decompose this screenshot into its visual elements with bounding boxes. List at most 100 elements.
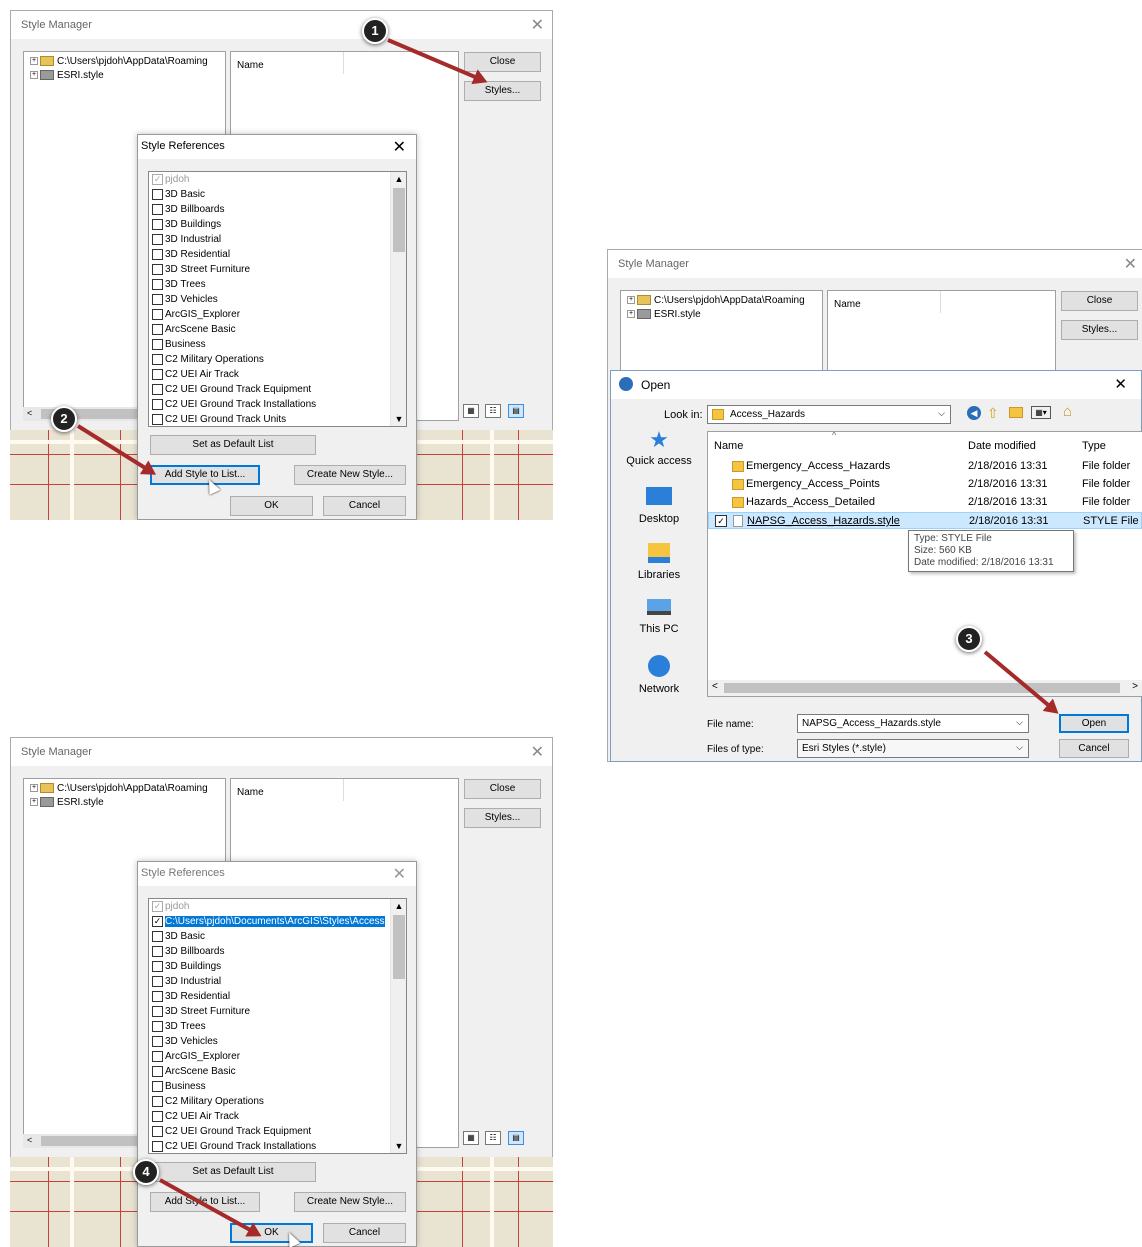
checkbox[interactable] bbox=[152, 1051, 163, 1062]
scroll-up-icon[interactable]: ▲ bbox=[391, 901, 407, 911]
style-reference-item[interactable]: 3D Residential bbox=[149, 989, 406, 1004]
column-name[interactable]: Name bbox=[714, 438, 743, 455]
place-network[interactable]: Network bbox=[621, 655, 697, 695]
close-icon[interactable]: ✕ bbox=[393, 864, 406, 884]
close-icon[interactable]: ✕ bbox=[393, 137, 406, 157]
chevron-down-icon[interactable]: ⌵ bbox=[1016, 717, 1023, 728]
style-reference-item[interactable]: 3D Vehicles bbox=[149, 1034, 406, 1049]
expand-icon[interactable]: + bbox=[30, 57, 38, 66]
file-type-select[interactable]: Esri Styles (*.style) ⌵ bbox=[797, 739, 1029, 758]
expand-icon[interactable]: + bbox=[30, 71, 38, 80]
styles-button[interactable]: Styles... bbox=[1061, 320, 1138, 340]
style-reference-item[interactable]: 3D Industrial bbox=[149, 974, 406, 989]
ok-button[interactable]: OK bbox=[230, 496, 313, 516]
row-checkbox[interactable]: ✓ bbox=[715, 515, 727, 527]
checkbox[interactable] bbox=[152, 991, 163, 1002]
style-reference-item[interactable]: ArcGIS_Explorer bbox=[149, 307, 406, 322]
style-reference-item[interactable]: 3D Trees bbox=[149, 277, 406, 292]
checkbox[interactable] bbox=[152, 324, 163, 335]
details-view-icon[interactable]: ▤ bbox=[508, 1131, 524, 1145]
open-button[interactable]: Open bbox=[1059, 714, 1129, 733]
back-icon[interactable]: ◀ bbox=[967, 406, 981, 420]
scroll-right-icon[interactable]: > bbox=[1132, 681, 1138, 692]
checkbox[interactable] bbox=[152, 931, 163, 942]
scroll-thumb[interactable] bbox=[393, 188, 405, 252]
checkbox[interactable] bbox=[152, 264, 163, 275]
style-reference-item[interactable]: ✓ pjdoh bbox=[149, 899, 406, 914]
style-reference-item[interactable]: 3D Street Furniture bbox=[149, 262, 406, 277]
scroll-thumb[interactable] bbox=[724, 683, 1120, 693]
checkbox[interactable] bbox=[152, 1111, 163, 1122]
view-menu-icon[interactable]: ▦▾ bbox=[1031, 406, 1051, 419]
checkbox[interactable] bbox=[152, 279, 163, 290]
checkbox[interactable] bbox=[152, 354, 163, 365]
large-icons-view-icon[interactable]: ▦ bbox=[463, 1131, 479, 1145]
new-folder-icon[interactable] bbox=[1009, 407, 1023, 418]
checkbox[interactable] bbox=[152, 1006, 163, 1017]
scroll-left-icon[interactable]: < bbox=[712, 681, 718, 692]
name-column-header[interactable]: Name bbox=[828, 291, 941, 313]
style-reference-item[interactable]: 3D Basic bbox=[149, 929, 406, 944]
style-reference-item[interactable]: C2 UEI Ground Track Installations bbox=[149, 1139, 406, 1154]
styles-button[interactable]: Styles... bbox=[464, 808, 541, 828]
style-reference-item[interactable]: ArcScene Basic bbox=[149, 322, 406, 337]
set-default-list-button[interactable]: Set as Default List bbox=[150, 1162, 316, 1182]
tree-item-roaming[interactable]: + C:\Users\pjdoh\AppData\Roaming bbox=[621, 294, 822, 308]
chevron-down-icon[interactable]: ⌵ bbox=[1016, 742, 1023, 753]
checkbox[interactable] bbox=[152, 976, 163, 987]
expand-icon[interactable]: + bbox=[30, 784, 38, 793]
style-reference-item[interactable]: 3D Residential bbox=[149, 247, 406, 262]
style-reference-item[interactable]: C2 UEI Air Track bbox=[149, 367, 406, 382]
close-icon[interactable]: ✕ bbox=[531, 15, 544, 35]
file-row[interactable]: Hazards_Access_Detailed 2/18/2016 13:31 … bbox=[708, 494, 1142, 511]
expand-icon[interactable]: + bbox=[627, 310, 635, 319]
checkbox[interactable] bbox=[152, 1126, 163, 1137]
style-reference-item[interactable]: 3D Billboards bbox=[149, 944, 406, 959]
close-button[interactable]: Close bbox=[464, 52, 541, 72]
name-column-header[interactable]: Name bbox=[231, 779, 344, 801]
style-reference-item[interactable]: C2 UEI Air Track bbox=[149, 1109, 406, 1124]
chevron-down-icon[interactable]: ⌵ bbox=[938, 408, 945, 419]
style-reference-item[interactable]: C2 UEI Ground Track Installations bbox=[149, 397, 406, 412]
file-row[interactable]: Emergency_Access_Hazards 2/18/2016 13:31… bbox=[708, 458, 1142, 475]
checkbox[interactable] bbox=[152, 1066, 163, 1077]
style-reference-item[interactable]: ArcGIS_Explorer bbox=[149, 1049, 406, 1064]
checked-checkbox[interactable]: ✓ bbox=[152, 916, 163, 927]
checkbox[interactable] bbox=[152, 961, 163, 972]
home-icon[interactable]: ⌂ bbox=[1063, 403, 1072, 420]
style-reference-item[interactable]: 3D Street Furniture bbox=[149, 1004, 406, 1019]
scroll-down-icon[interactable]: ▼ bbox=[391, 414, 407, 424]
style-reference-item[interactable]: 3D Industrial bbox=[149, 232, 406, 247]
style-reference-item[interactable]: 3D Buildings bbox=[149, 959, 406, 974]
checkbox[interactable] bbox=[152, 946, 163, 957]
close-icon[interactable]: ✕ bbox=[531, 742, 544, 762]
place-quick-access[interactable]: ★ Quick access bbox=[621, 429, 697, 468]
file-list[interactable]: ^ Name Date modified Type Emergency_Acce… bbox=[707, 431, 1142, 697]
file-name-field[interactable]: NAPSG_Access_Hazards.style ⌵ bbox=[797, 714, 1029, 733]
column-date-modified[interactable]: Date modified bbox=[968, 438, 1036, 455]
close-icon[interactable]: ✕ bbox=[1124, 254, 1137, 274]
vertical-scrollbar[interactable]: ▲ ▼ bbox=[390, 172, 406, 426]
style-tree[interactable]: + C:\Users\pjdoh\AppData\Roaming + ESRI.st… bbox=[620, 290, 823, 380]
style-reference-item[interactable]: C2 Military Operations bbox=[149, 352, 406, 367]
checkbox[interactable] bbox=[152, 369, 163, 380]
scroll-down-icon[interactable]: ▼ bbox=[391, 1141, 407, 1151]
cancel-button[interactable]: Cancel bbox=[1059, 739, 1129, 758]
column-type[interactable]: Type bbox=[1082, 438, 1106, 455]
vertical-scrollbar[interactable]: ▲ ▼ bbox=[390, 899, 406, 1153]
checkbox[interactable] bbox=[152, 399, 163, 410]
expand-icon[interactable]: + bbox=[627, 296, 635, 305]
scroll-up-icon[interactable]: ▲ bbox=[391, 174, 407, 184]
style-reference-item[interactable]: C2 Military Operations bbox=[149, 1094, 406, 1109]
tree-item-esri-style[interactable]: + ESRI.style bbox=[24, 796, 225, 810]
checkbox[interactable] bbox=[152, 234, 163, 245]
create-new-style-button[interactable]: Create New Style... bbox=[294, 1192, 406, 1212]
style-reference-item[interactable]: ✓ C:\Users\pjdoh\Documents\ArcGIS\Styles\… bbox=[149, 914, 406, 929]
checkbox[interactable] bbox=[152, 219, 163, 230]
style-reference-item[interactable]: 3D Billboards bbox=[149, 202, 406, 217]
file-row-selected[interactable]: ✓ NAPSG_Access_Hazards.style 2/18/2016 1… bbox=[708, 512, 1142, 529]
scroll-left-icon[interactable]: < bbox=[27, 1135, 32, 1145]
look-in-combo[interactable]: Access_Hazards ⌵ bbox=[707, 405, 951, 424]
set-default-list-button[interactable]: Set as Default List bbox=[150, 435, 316, 455]
checkbox[interactable] bbox=[152, 414, 163, 425]
